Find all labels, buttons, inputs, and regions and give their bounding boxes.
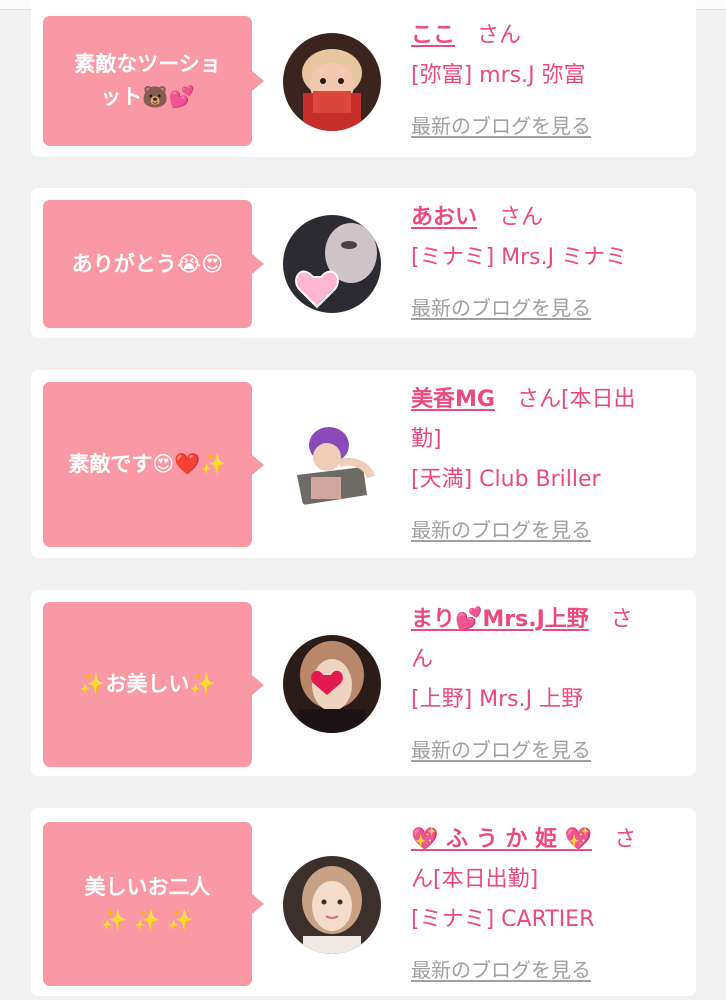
honorific: さ: [614, 827, 637, 852]
message-text: 美しいお二人: [84, 875, 211, 899]
latest-blog-link[interactable]: 最新のブログを見る: [411, 514, 591, 543]
commenter-name-link[interactable]: まり💕Mrs.J上野: [411, 607, 589, 632]
comment-card: 素敵です😍❤️✨ 美香MG さん[本日出 勤] [天満] Club Briller…: [31, 370, 696, 558]
commenter-info: ここ さん [弥富] mrs.J 弥富 最新のブログを見る: [411, 16, 683, 138]
comment-card: ありがとう😭😍 あおい さん [ミナミ] Mrs.J ミナミ 最新のブログを見る: [31, 188, 696, 338]
avatar[interactable]: [283, 856, 381, 954]
honorific: さん: [477, 23, 522, 48]
message-text: 素敵なツーショ: [74, 52, 221, 76]
shop-name: [天満] Club Briller: [411, 467, 601, 492]
message-text: ット🐻💕: [100, 85, 195, 109]
avatar[interactable]: [283, 33, 381, 131]
commenter-name-link[interactable]: あおい: [411, 205, 477, 230]
message-text: ✨お美しい✨: [79, 672, 216, 696]
shop-name: [弥富] mrs.J 弥富: [411, 63, 586, 88]
comment-card: 美しいお二人 ✨ ✨ ✨ 💖 ふ う か 姫 💖 さ ん[本日出勤] [ミナミ] …: [31, 808, 696, 996]
name-continuation: ん[本日出勤]: [411, 867, 539, 892]
honorific: さん[本日出: [516, 387, 636, 412]
message-bubble: 美しいお二人 ✨ ✨ ✨: [43, 822, 264, 986]
message-text: ✨ ✨ ✨: [100, 908, 195, 932]
latest-blog-link[interactable]: 最新のブログを見る: [411, 954, 591, 983]
latest-blog-link[interactable]: 最新のブログを見る: [411, 292, 591, 321]
shop-name: [ミナミ] CARTIER: [411, 907, 595, 932]
honorific: さん: [499, 205, 544, 230]
latest-blog-link[interactable]: 最新のブログを見る: [411, 734, 591, 763]
shop-name: [ミナミ] Mrs.J ミナミ: [411, 245, 628, 270]
name-continuation: 勤]: [411, 427, 442, 452]
shop-name: [上野] Mrs.J 上野: [411, 687, 584, 712]
avatar[interactable]: [283, 415, 381, 513]
commenter-info: 美香MG さん[本日出 勤] [天満] Club Briller 最新のブログを見…: [411, 380, 683, 542]
commenter-info: 💖 ふ う か 姫 💖 さ ん[本日出勤] [ミナミ] CARTIER 最新のブロ…: [411, 820, 683, 982]
commenter-name-link[interactable]: ここ: [411, 23, 455, 48]
message-bubble: 素敵なツーショ ット🐻💕: [43, 16, 264, 146]
message-text: ありがとう😭😍: [71, 251, 224, 276]
message-bubble: ✨お美しい✨: [43, 602, 264, 767]
name-continuation: ん: [411, 647, 434, 672]
avatar[interactable]: [283, 215, 381, 313]
honorific: さ: [610, 607, 633, 632]
comment-card: ✨お美しい✨ まり💕Mrs.J上野さ ん [上野] Mrs.J 上野 最新のブロ…: [31, 590, 696, 776]
commenter-info: あおい さん [ミナミ] Mrs.J ミナミ 最新のブログを見る: [411, 198, 683, 320]
commenter-info: まり💕Mrs.J上野さ ん [上野] Mrs.J 上野 最新のブログを見る: [411, 600, 683, 762]
message-bubble: 素敵です😍❤️✨: [43, 382, 264, 547]
message-text: 素敵です😍❤️✨: [68, 452, 227, 476]
avatar[interactable]: [283, 635, 381, 733]
comment-card: 素敵なツーショ ット🐻💕 ここ さん [弥富] mrs.J 弥富 最新のブログを見…: [31, 0, 696, 157]
message-bubble: ありがとう😭😍: [43, 200, 264, 328]
commenter-name-link[interactable]: 美香MG: [411, 387, 495, 412]
commenter-name-link[interactable]: 💖 ふ う か 姫 💖: [411, 827, 592, 852]
latest-blog-link[interactable]: 最新のブログを見る: [411, 110, 591, 139]
